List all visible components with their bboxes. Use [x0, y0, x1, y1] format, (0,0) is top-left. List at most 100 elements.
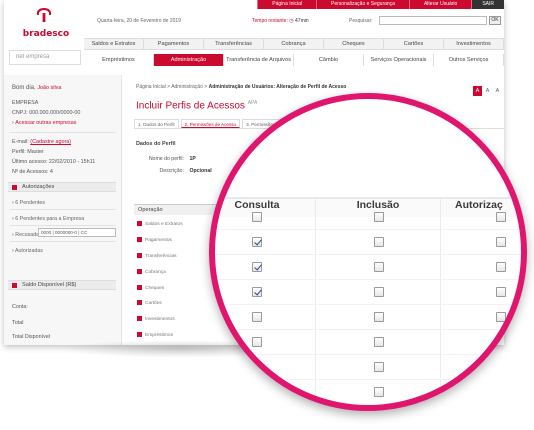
font-size-small[interactable]: A	[493, 86, 502, 96]
select-all-inclusao-checkbox[interactable]	[374, 212, 384, 222]
operation-row[interactable]: Saldos e Extratos	[137, 221, 183, 227]
nav-saldos[interactable]: Saldos e Extratos	[84, 39, 144, 49]
security-settings-link[interactable]: Personalização e Segurança	[316, 0, 409, 9]
nav-pagamentos[interactable]: Pagamentos	[144, 39, 204, 49]
authorizations-section[interactable]: Autorizações	[8, 182, 116, 192]
breadcrumb: Página Inicial > Administração > Adminis…	[136, 84, 347, 90]
logout-button[interactable]: SAIR	[471, 0, 504, 9]
nav-cheques[interactable]: Cheques	[324, 39, 384, 49]
email-row: E-mail: (Cadastre agora)	[12, 139, 71, 145]
company-name: EMPRESA	[12, 100, 39, 106]
company-cnpj: CNPJ: 000.000.000/0000-00	[12, 110, 81, 116]
permission-consulta-checkbox[interactable]	[252, 337, 262, 347]
description-value: Opcional	[189, 168, 212, 174]
permission-consulta-checkbox[interactable]	[252, 387, 262, 397]
step-profile-data[interactable]: 1. Dados do Perfil	[134, 119, 179, 128]
permission-autorizacao-checkbox[interactable]	[496, 362, 506, 372]
email-register-link[interactable]: (Cadastre agora)	[30, 139, 71, 145]
nav-administracao[interactable]: Administração	[154, 54, 224, 66]
font-size-medium[interactable]: A	[483, 86, 492, 96]
email-label: E-mail:	[12, 139, 29, 145]
description-field: Descrição: Opcional	[124, 168, 212, 174]
permission-inclusao-checkbox[interactable]	[374, 312, 384, 322]
breadcrumb-admin[interactable]: Administração	[171, 84, 203, 90]
session-timer: Tempo restante: ◷ 47min	[252, 18, 309, 24]
permission-inclusao-checkbox[interactable]	[374, 362, 384, 372]
nav-cambio[interactable]: Câmbio	[294, 54, 364, 66]
permission-autorizacao-checkbox[interactable]	[496, 237, 506, 247]
nav-outros-servicos[interactable]: Outros Serviços	[434, 54, 504, 66]
permission-inclusao-checkbox[interactable]	[374, 237, 384, 247]
operation-row[interactable]: Transferências	[137, 253, 177, 259]
switch-company-label: Acessar outras empresas	[15, 120, 77, 126]
search-label: Pesquisar:	[349, 18, 373, 24]
bradesco-tree-icon	[36, 8, 52, 22]
operation-row[interactable]: Cheques	[137, 285, 164, 291]
permission-inclusao-checkbox[interactable]	[374, 287, 384, 297]
divider	[10, 225, 116, 226]
nav-cartoes[interactable]: Cartões	[384, 39, 444, 49]
permission-consulta-checkbox[interactable]	[252, 312, 262, 322]
select-all-consulta-checkbox[interactable]	[252, 212, 262, 222]
select-all-autorizacao-checkbox[interactable]	[496, 212, 506, 222]
nav-servicos-operacionais[interactable]: Serviços Operacionais	[364, 54, 434, 66]
permissions-table-zoom: Consulta Inclusão Autorizaç	[215, 99, 521, 405]
permission-inclusao-checkbox[interactable]	[374, 387, 384, 397]
permission-consulta-checkbox[interactable]	[252, 262, 262, 272]
profile-info: Perfil: Master	[12, 149, 44, 155]
nav-transferencia-arquivos[interactable]: Transferência de Arquivos	[224, 54, 294, 66]
nav-investimentos[interactable]: Investimentos	[444, 39, 504, 49]
home-link[interactable]: Página Inicial	[257, 0, 317, 9]
nav-transferencias[interactable]: Transferências	[204, 39, 264, 49]
account-select[interactable]: 0000 | 0000000-0 | CC	[38, 228, 116, 237]
permission-inclusao-checkbox[interactable]	[374, 337, 384, 347]
search-input[interactable]	[379, 16, 487, 25]
operation-row[interactable]: Cartões	[137, 300, 162, 306]
description-label: Descrição:	[159, 168, 184, 174]
table-row-divider	[215, 329, 521, 330]
greeting-text: Bom dia,	[12, 85, 36, 91]
nav-cobranca[interactable]: Cobrança	[264, 39, 324, 49]
table-row-divider	[215, 404, 521, 405]
font-size-large[interactable]: A	[473, 86, 482, 96]
table-row-divider	[215, 354, 521, 355]
current-date: Quarta-feira, 20 de Fevereiro de 2019	[97, 18, 181, 24]
permission-consulta-checkbox[interactable]	[252, 237, 262, 247]
operation-row[interactable]: Empréstimos	[137, 332, 173, 338]
permission-inclusao-checkbox[interactable]	[374, 262, 384, 272]
operation-row[interactable]: Pagamentos	[137, 237, 172, 243]
permission-autorizacao-checkbox[interactable]	[496, 337, 506, 347]
balance-section[interactable]: Saldo Disponível (R$)	[8, 280, 116, 290]
profile-name-value: 1P	[189, 156, 196, 162]
auth-link-authorized[interactable]: Autorizadas	[12, 248, 43, 254]
permission-consulta-checkbox[interactable]	[252, 362, 262, 372]
permission-autorizacao-checkbox[interactable]	[496, 312, 506, 322]
account-label: Conta:	[12, 304, 28, 310]
access-count: Nº de Acessos: 4	[12, 169, 53, 175]
change-user-link[interactable]: Alterar Usuário	[408, 0, 472, 9]
user-name: João silva	[37, 85, 62, 91]
breadcrumb-current: Administração de Usuários: Alteração de …	[208, 84, 347, 90]
timer-label: Tempo restante:	[252, 18, 288, 24]
table-row-divider	[215, 254, 521, 255]
switch-company-link[interactable]: › Acessar outras empresas	[12, 120, 76, 126]
font-size-controls: A A A	[473, 86, 502, 96]
profile-name-field: Nome do perfil: 1P	[124, 156, 196, 162]
greeting: Bom dia, João silva	[12, 85, 61, 91]
brand-name: bradesco	[22, 29, 70, 39]
permission-autorizacao-checkbox[interactable]	[496, 387, 506, 397]
auth-link-pending-company[interactable]: 6 Pendentes para a Empresa	[12, 216, 84, 222]
top-links: Página Inicial Personalização e Seguranç…	[257, 0, 504, 9]
magnifier-lens: Consulta Inclusão Autorizaç	[209, 93, 527, 411]
operation-row[interactable]: Cobrança	[137, 269, 166, 275]
permission-autorizacao-checkbox[interactable]	[496, 287, 506, 297]
permission-consulta-checkbox[interactable]	[252, 287, 262, 297]
permission-autorizacao-checkbox[interactable]	[496, 262, 506, 272]
breadcrumb-home[interactable]: Página Inicial	[136, 84, 166, 90]
auth-link-pending[interactable]: 6 Pendentes	[12, 200, 45, 206]
operation-row[interactable]: Investimentos	[137, 316, 175, 322]
secondary-nav: Empréstimos Administração Transferência …	[84, 54, 504, 66]
nav-emprestimos[interactable]: Empréstimos	[84, 54, 154, 66]
search-ok-button[interactable]: OK	[489, 16, 501, 25]
timer-value: 47min	[295, 18, 309, 24]
